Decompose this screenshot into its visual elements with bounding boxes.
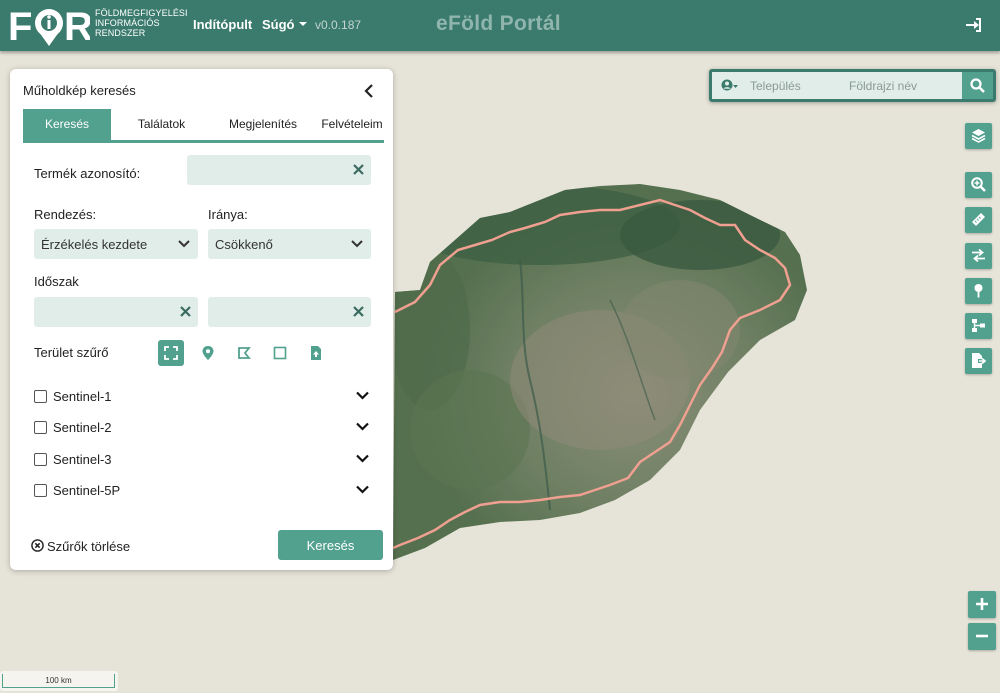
search-button[interactable]: Keresés [278,530,383,560]
rectangle-filter-button[interactable] [267,340,293,366]
sort-label: Rendezés: [34,207,97,222]
geo-name-input[interactable]: Földrajzi név [849,79,917,93]
swap-button[interactable] [965,243,992,269]
svg-text:F: F [8,5,32,46]
place-search-fields: Település Földrajzi név [712,72,962,99]
tab-my-images[interactable]: Felvételeim [317,109,387,140]
period-to-field [208,297,371,327]
place-search-button[interactable] [962,72,993,99]
pin-button[interactable] [965,278,992,304]
nav-help-dropdown[interactable]: Súgó [262,17,307,32]
area-filter-label: Terület szűrő [34,345,109,360]
file-upload-icon [311,346,321,360]
polygon-icon [238,347,251,359]
sort-select[interactable]: Érzékelés kezdete [34,229,198,259]
sentinel-5p-checkbox[interactable] [34,484,47,497]
caret-down-icon [298,22,307,26]
logo-subtitle: FÖLDMEGFIGYELÉSI INFORMÁCIÓS RENDSZER [95,8,188,38]
clear-icon[interactable] [353,164,364,175]
measure-button[interactable] [965,207,992,233]
nav-dashboard-link[interactable]: Indítópult [193,17,252,32]
layers-button[interactable] [965,123,992,149]
polygon-filter-button[interactable] [231,340,257,366]
satellite-label: Sentinel-1 [53,389,112,404]
clear-filters-label: Szűrők törlése [47,539,131,554]
sentinel-2-checkbox[interactable] [34,421,47,434]
user-dropdown-icon[interactable] [721,79,739,92]
top-navbar: F R FÖLDMEGFIGYELÉSI INFORMÁCIÓS RENDSZE… [0,0,1000,51]
direction-label: Iránya: [208,207,248,222]
panel-title: Műholdkép keresés [23,83,136,98]
for-logo[interactable]: F R [8,4,90,46]
point-filter-button[interactable] [195,340,221,366]
extent-icon [164,346,178,360]
logo-subtitle-line: FÖLDMEGFIGYELÉSI [95,8,188,18]
product-id-field [187,155,371,185]
sign-in-icon[interactable] [965,16,983,34]
satellite-label: Sentinel-5P [53,483,121,498]
export-button[interactable] [965,348,992,374]
map-pin-icon [974,284,983,298]
chevron-down-icon [178,240,190,248]
period-label: Időszak [34,274,79,289]
extent-filter-button[interactable] [158,340,184,366]
place-search-bar: Település Földrajzi név [709,69,996,102]
scale-bar: 100 km [0,671,118,691]
logo-subtitle-line: INFORMÁCIÓS [95,18,160,28]
minus-icon [976,634,988,638]
sitemap-icon [972,319,985,332]
clear-icon[interactable] [180,306,191,317]
file-export-icon [972,353,986,368]
clear-icon[interactable] [353,306,364,317]
satellite-option: Sentinel-1 [34,387,369,407]
times-circle-icon [31,539,44,552]
panel-tabs: Keresés Találatok Megjelenítés Felvétele… [23,109,384,143]
swap-icon [972,248,985,263]
zoom-out-button[interactable] [968,623,996,650]
satellite-search-panel: Műholdkép keresés Keresés Találatok Megj… [10,69,393,570]
product-id-label: Termék azonosító: [34,166,141,181]
network-button[interactable] [965,313,992,339]
period-from-input[interactable] [34,297,198,327]
sentinel-3-checkbox[interactable] [34,453,47,466]
period-from-field [34,297,198,327]
satellite-label: Sentinel-2 [53,420,112,435]
settlement-input[interactable]: Település [750,79,801,93]
map-marker-icon [202,346,214,360]
logo-subtitle-line: RENDSZER [95,28,146,38]
svg-text:R: R [64,5,90,46]
satellite-label: Sentinel-3 [53,452,112,467]
chevron-down-icon[interactable] [356,454,369,463]
ruler-icon [972,213,985,226]
chevron-down-icon[interactable] [356,391,369,400]
search-icon [970,78,985,93]
tab-search[interactable]: Keresés [23,109,111,140]
direction-select-value: Csökkenő [215,237,273,252]
zoom-in-button[interactable] [968,591,996,618]
version-label: v0.0.187 [315,18,362,32]
zoom-to-icon [971,177,986,192]
period-to-input[interactable] [208,297,371,327]
sentinel-1-checkbox[interactable] [34,390,47,403]
layers-icon [971,129,986,143]
zoom-to-button[interactable] [965,172,992,198]
sort-select-value: Érzékelés kezdete [41,237,148,252]
nav-help-label: Súgó [262,17,295,32]
tab-results[interactable]: Találatok [123,109,200,140]
product-id-input[interactable] [187,155,371,185]
rectangle-icon [273,346,287,360]
satellite-option: Sentinel-2 [34,418,369,438]
tab-display[interactable]: Megjelenítés [213,109,313,140]
chevron-down-icon[interactable] [356,422,369,431]
satellite-option: Sentinel-3 [34,450,369,470]
chevron-down-icon[interactable] [356,485,369,494]
upload-filter-button[interactable] [303,340,329,366]
plus-icon [976,598,988,610]
satellite-option: Sentinel-5P [34,481,369,501]
chevron-left-icon[interactable] [362,83,376,99]
app-title: eFöld Portál [436,12,561,35]
direction-select[interactable]: Csökkenő [208,229,371,259]
scale-label: 100 km [2,674,115,688]
chevron-down-icon [351,240,363,248]
